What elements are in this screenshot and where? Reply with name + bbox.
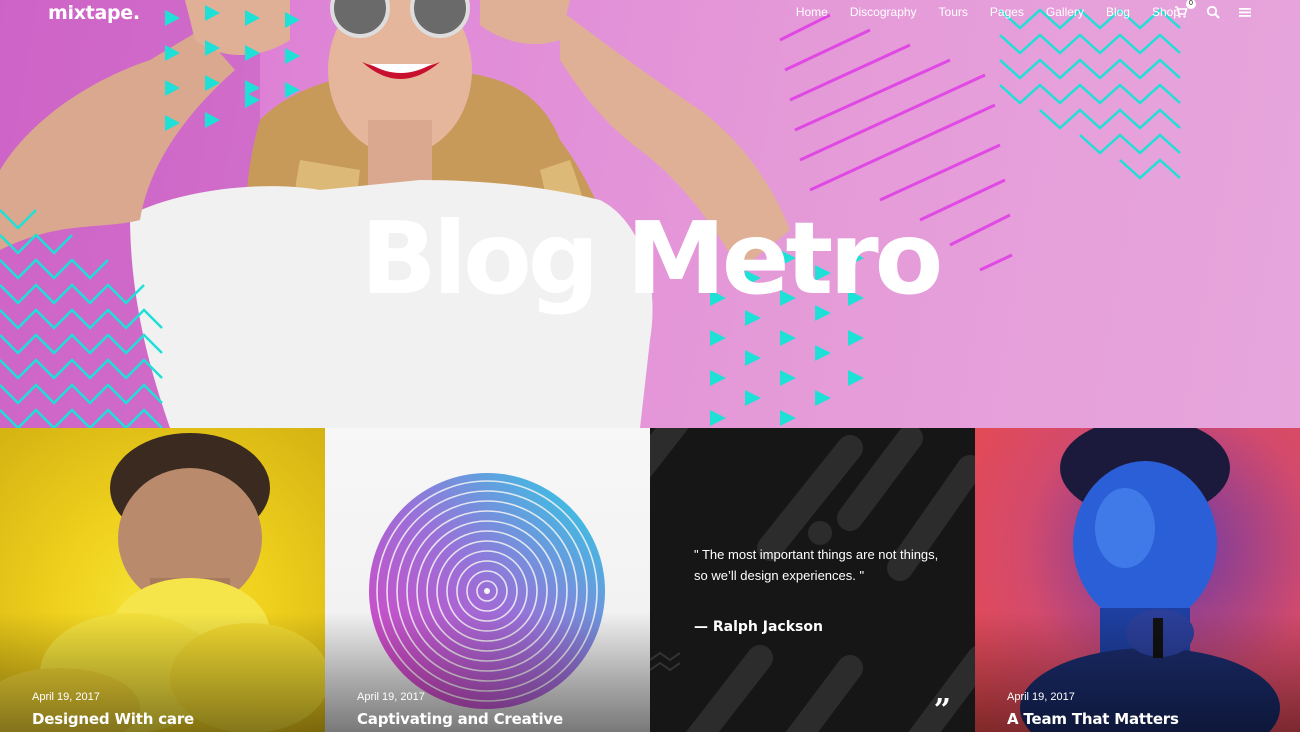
post-date: April 19, 2017 bbox=[1007, 691, 1075, 703]
blog-post-card[interactable]: April 19, 2017 A Team That Matters bbox=[975, 428, 1300, 732]
nav-discography[interactable]: Discography bbox=[850, 5, 917, 19]
post-title[interactable]: Captivating and Creative bbox=[357, 710, 563, 728]
quote-icon: ” bbox=[933, 693, 951, 728]
post-date: April 19, 2017 bbox=[32, 691, 100, 703]
post-title[interactable]: A Team That Matters bbox=[1007, 710, 1179, 728]
menu-icon[interactable] bbox=[1238, 4, 1254, 20]
post-title[interactable]: Designed With care bbox=[32, 710, 194, 728]
quote-text: " The most important things are not thin… bbox=[694, 547, 939, 583]
nav-gallery[interactable]: Gallery bbox=[1046, 5, 1084, 19]
blog-post-card[interactable]: April 19, 2017 Captivating and Creative bbox=[325, 428, 650, 732]
post-date: April 19, 2017 bbox=[357, 691, 425, 703]
header-icons: 0 bbox=[1174, 0, 1254, 20]
nav-blog[interactable]: Blog bbox=[1106, 5, 1130, 19]
cart-icon[interactable]: 0 bbox=[1174, 0, 1196, 20]
cart-count-badge: 0 bbox=[1186, 0, 1196, 9]
blog-grid: April 19, 2017 Designed With care April … bbox=[0, 428, 1300, 732]
main-nav: Home Discography Tours Pages Gallery Blo… bbox=[774, 5, 1180, 19]
hero-banner: mixtape. Home Discography Tours Pages Ga… bbox=[0, 0, 1300, 428]
nav-home[interactable]: Home bbox=[796, 5, 828, 19]
nav-pages[interactable]: Pages bbox=[990, 5, 1024, 19]
quote-author: — Ralph Jackson bbox=[694, 619, 823, 635]
blog-post-card[interactable]: April 19, 2017 Designed With care bbox=[0, 428, 325, 732]
site-logo[interactable]: mixtape. bbox=[48, 2, 140, 24]
page-title: Blog Metro bbox=[360, 200, 944, 317]
quote-card[interactable]: " The most important things are not thin… bbox=[650, 428, 975, 732]
nav-tours[interactable]: Tours bbox=[939, 5, 968, 19]
search-icon[interactable] bbox=[1206, 4, 1222, 20]
